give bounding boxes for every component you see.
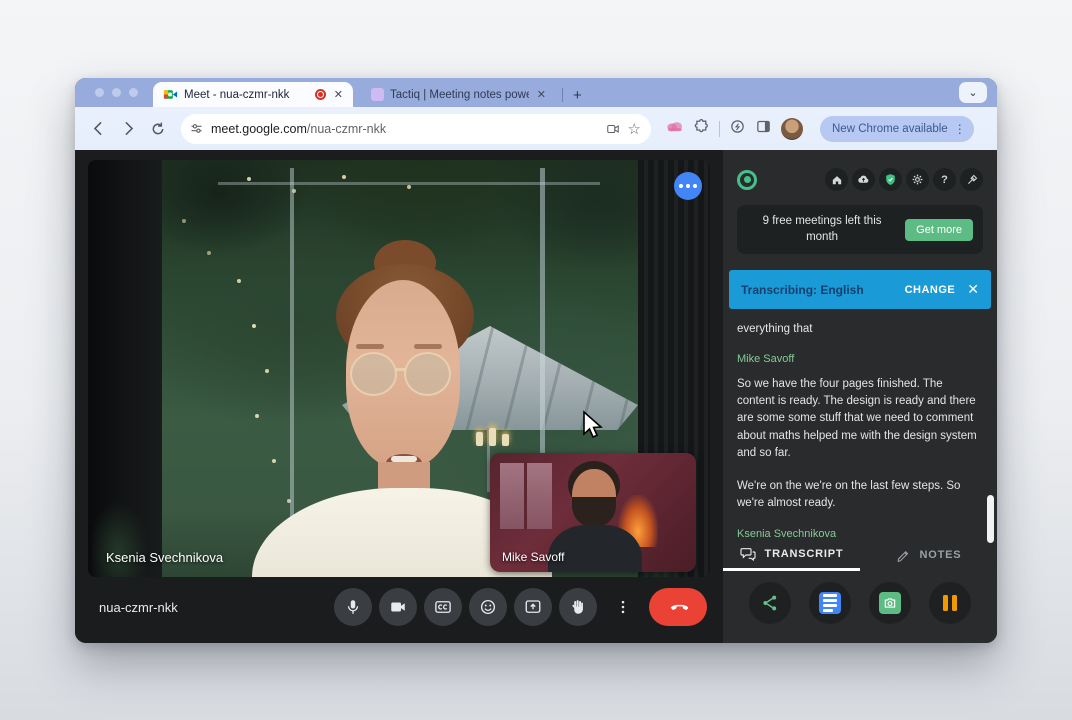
- browser-window: Meet - nua-czmr-nkk ✕ Tactiq | Meeting n…: [75, 78, 997, 643]
- sidebar-tabs: TRANSCRIPT NOTES: [723, 539, 997, 571]
- close-window-button[interactable]: [95, 88, 104, 97]
- profile-avatar[interactable]: [781, 117, 803, 140]
- home-icon[interactable]: [825, 168, 848, 191]
- help-icon[interactable]: ?: [933, 168, 956, 191]
- extension-circle-icon[interactable]: [729, 118, 746, 140]
- tab-title: Tactiq | Meeting notes powe: [390, 88, 529, 101]
- camera-button[interactable]: [379, 588, 417, 626]
- glasses: [350, 352, 397, 396]
- recording-indicator-icon: [314, 89, 326, 100]
- screenshot-camera-icon: [879, 592, 901, 614]
- tactiq-favicon: [371, 88, 384, 101]
- tab-separator: [562, 88, 563, 102]
- new-chrome-available-button[interactable]: New Chrome available ⋮: [820, 115, 974, 142]
- screenshot-button[interactable]: [869, 582, 911, 624]
- meet-bottom-bar: nua-czmr-nkk: [75, 577, 723, 643]
- tab-title: Meet - nua-czmr-nkk: [184, 88, 290, 101]
- transcript-panel[interactable]: everything that Mike Savoff So we have t…: [737, 319, 981, 539]
- transcript-scrollbar[interactable]: [987, 495, 994, 543]
- tactiq-sidebar: ? 9 free meetings left this month Get mo…: [723, 150, 997, 643]
- extensions-puzzle-icon[interactable]: [693, 118, 710, 140]
- transcript-line: everything that: [737, 323, 813, 336]
- pip-participant-name: Mike Savoff: [502, 550, 565, 564]
- tab-strip: Meet - nua-czmr-nkk ✕ Tactiq | Meeting n…: [75, 78, 997, 107]
- share-button[interactable]: [749, 582, 791, 624]
- extension-pink-icon[interactable]: [665, 119, 684, 139]
- cloud-upload-icon[interactable]: [852, 168, 875, 191]
- pip-video-tile[interactable]: Mike Savoff: [490, 453, 696, 572]
- pencil-icon: [897, 550, 908, 562]
- meet-favicon: [163, 90, 178, 99]
- site-settings-icon[interactable]: [189, 121, 204, 136]
- toolbar-separator: [719, 120, 720, 137]
- forward-button[interactable]: [115, 116, 141, 142]
- get-more-button[interactable]: Get more: [905, 218, 973, 241]
- tab-strip-chevron-icon[interactable]: ⌄: [959, 82, 987, 103]
- chat-bubble-icon[interactable]: [674, 172, 702, 200]
- mouse-cursor: [583, 410, 603, 439]
- pause-icon: [943, 595, 957, 611]
- tactiq-logo-icon: [737, 169, 757, 190]
- free-meetings-text: 9 free meetings left this month: [762, 215, 882, 243]
- google-docs-button[interactable]: [809, 582, 851, 624]
- window-controls[interactable]: [95, 88, 138, 97]
- back-button[interactable]: [85, 116, 111, 142]
- end-call-button[interactable]: [649, 588, 707, 626]
- url-text[interactable]: meet.google.com/nua-czmr-nkk: [211, 122, 598, 136]
- microphone-button[interactable]: [334, 588, 372, 626]
- transcribing-banner: Transcribing: English CHANGE ✕: [729, 270, 991, 310]
- address-bar[interactable]: meet.google.com/nua-czmr-nkk ☆: [181, 113, 651, 144]
- shield-check-icon[interactable]: [879, 168, 902, 191]
- minimize-window-button[interactable]: [112, 88, 121, 97]
- tab-camera-indicator-icon[interactable]: [605, 122, 621, 136]
- google-docs-icon: [819, 592, 841, 614]
- change-language-button[interactable]: CHANGE: [905, 284, 956, 296]
- present-screen-button[interactable]: [514, 588, 552, 626]
- main-participant-name: Ksenia Svechnikova: [106, 550, 224, 565]
- tab-transcript[interactable]: TRANSCRIPT: [723, 539, 860, 571]
- tab-tactiq[interactable]: Tactiq | Meeting notes powe ✕: [361, 82, 556, 107]
- zoom-window-button[interactable]: [129, 88, 138, 97]
- tab-close-icon[interactable]: ✕: [535, 88, 548, 101]
- transcript-speaker: Ksenia Svechnikova: [737, 527, 837, 539]
- transcribing-label: Transcribing: English: [741, 282, 864, 297]
- bookmark-star-icon[interactable]: ☆: [628, 120, 641, 138]
- chrome-menu-kebab-icon[interactable]: ⋮: [954, 122, 966, 136]
- more-options-button[interactable]: [604, 588, 642, 626]
- pause-button[interactable]: [929, 582, 971, 624]
- captions-button[interactable]: [424, 588, 462, 626]
- close-banner-icon[interactable]: ✕: [967, 281, 979, 298]
- sidebar-actions: [723, 571, 997, 635]
- transcript-line: We're on the we're on the last few steps…: [737, 480, 961, 510]
- raise-hand-button[interactable]: [559, 588, 597, 626]
- reload-button[interactable]: [145, 116, 171, 142]
- tab-notes[interactable]: NOTES: [860, 539, 997, 571]
- tab-close-icon[interactable]: ✕: [332, 88, 345, 101]
- meeting-code: nua-czmr-nkk: [99, 599, 178, 615]
- side-panel-icon[interactable]: [755, 118, 772, 140]
- transcript-line: So we have the four pages finished. The …: [737, 377, 977, 459]
- chat-icon: [739, 547, 756, 561]
- free-meetings-banner: 9 free meetings left this month Get more: [737, 205, 983, 255]
- browser-toolbar: meet.google.com/nua-czmr-nkk ☆ New Chrom…: [75, 107, 997, 150]
- new-tab-button[interactable]: +: [569, 87, 586, 104]
- tab-meet[interactable]: Meet - nua-czmr-nkk ✕: [153, 82, 353, 107]
- settings-gear-icon[interactable]: [906, 168, 929, 191]
- meet-stage: Mike Savoff Ksenia Svechnikova nua-czmr-…: [75, 150, 723, 643]
- main-video-tile[interactable]: Mike Savoff Ksenia Svechnikova: [88, 160, 710, 577]
- reactions-button[interactable]: [469, 588, 507, 626]
- pin-icon[interactable]: [960, 168, 983, 191]
- transcript-speaker: Mike Savoff: [737, 353, 795, 366]
